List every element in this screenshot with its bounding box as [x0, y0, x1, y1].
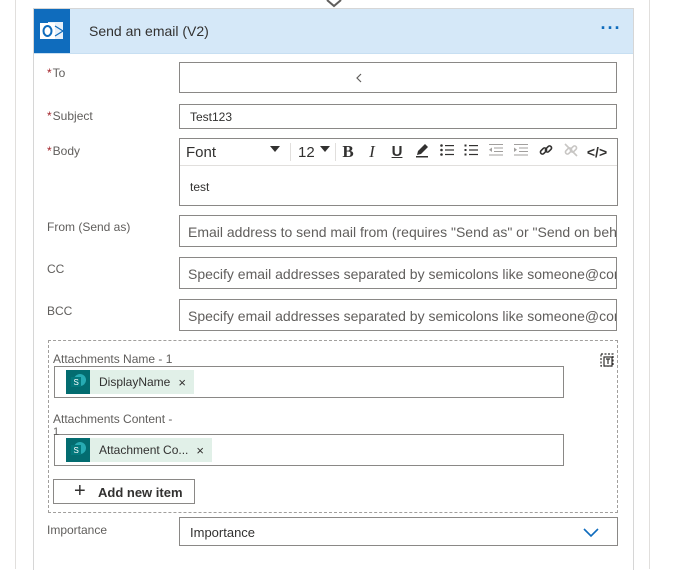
- subject-input[interactable]: Test123: [179, 104, 617, 129]
- bcc-placeholder: Specify email addresses separated by sem…: [188, 308, 617, 324]
- svg-text:S: S: [74, 378, 79, 387]
- font-size-select[interactable]: 12: [298, 144, 315, 161]
- bold-button[interactable]: B: [338, 142, 358, 162]
- token-label: DisplayName: [99, 375, 171, 389]
- remove-token-button[interactable]: ×: [192, 443, 212, 458]
- remove-token-button[interactable]: ×: [174, 375, 194, 390]
- attachments-content-label-line1: Attachments Content -: [53, 412, 173, 426]
- to-input[interactable]: [179, 62, 617, 93]
- attachments-name-input[interactable]: S DisplayName ×: [54, 366, 564, 398]
- subject-label-text: Subject: [52, 109, 93, 123]
- action-header[interactable]: Send an email (V2) ···: [34, 9, 633, 54]
- increase-indent-icon: [511, 142, 531, 162]
- font-size-caret-icon[interactable]: [320, 146, 330, 153]
- chevron-down-icon[interactable]: [583, 528, 599, 538]
- italic-button[interactable]: I: [362, 142, 382, 162]
- plus-icon: +: [74, 480, 86, 502]
- attachments-content-label-line2: 1: [53, 426, 60, 438]
- subject-value: Test123: [190, 110, 233, 124]
- dynamic-content-token[interactable]: S DisplayName ×: [66, 370, 194, 394]
- importance-value: Importance: [190, 525, 256, 540]
- attachments-content-label: Attachments Content -: [53, 412, 172, 426]
- required-mark: *: [47, 109, 52, 123]
- body-editor[interactable]: Font 12 B I U </> test: [179, 138, 618, 206]
- to-label-text: To: [52, 66, 66, 80]
- importance-label: Importance: [47, 523, 108, 537]
- toolbar-divider: [335, 143, 336, 161]
- dynamic-content-token[interactable]: S Attachment Co... ×: [66, 438, 212, 462]
- cc-label: CC: [47, 262, 65, 276]
- from-label: From (Send as): [47, 220, 131, 234]
- from-input[interactable]: Email address to send mail from (require…: [179, 215, 617, 247]
- insert-link-icon[interactable]: [536, 142, 556, 162]
- body-toolbar: Font 12 B I U </>: [180, 139, 617, 166]
- svg-text:S: S: [74, 446, 79, 455]
- required-mark: *: [47, 144, 52, 158]
- remove-link-icon: [561, 142, 581, 162]
- underline-button[interactable]: U: [387, 142, 407, 162]
- body-value: test: [190, 180, 210, 194]
- attachments-content-input[interactable]: S Attachment Co... ×: [54, 434, 564, 466]
- importance-select[interactable]: Importance: [179, 517, 618, 546]
- required-mark: *: [47, 66, 52, 80]
- attachments-name-label: Attachments Name - 1: [53, 352, 173, 366]
- code-view-button[interactable]: </>: [584, 142, 610, 162]
- bcc-label: BCC: [47, 304, 73, 318]
- bcc-input[interactable]: Specify email addresses separated by sem…: [179, 299, 617, 331]
- chevron-left-icon: [356, 73, 362, 83]
- add-new-item-label: Add new item: [98, 485, 183, 500]
- action-title: Send an email (V2): [89, 23, 209, 39]
- toolbar-divider: [290, 143, 291, 161]
- font-select[interactable]: Font: [186, 144, 216, 161]
- token-label: Attachment Co...: [99, 443, 189, 457]
- add-new-item-button[interactable]: + Add new item: [53, 479, 195, 504]
- cc-input[interactable]: Specify email addresses separated by sem…: [179, 257, 617, 289]
- numbered-list-icon[interactable]: [461, 142, 481, 162]
- cc-placeholder: Specify email addresses separated by sem…: [188, 266, 617, 282]
- from-placeholder: Email address to send mail from (require…: [188, 224, 617, 240]
- switch-input-mode-icon[interactable]: [598, 351, 616, 369]
- outlook-icon: [34, 9, 70, 53]
- canvas-right-border: [649, 0, 650, 569]
- body-label-text: Body: [52, 144, 81, 158]
- more-options-button[interactable]: ···: [599, 17, 623, 43]
- sharepoint-icon: S: [66, 370, 90, 394]
- subject-label: *Subject: [47, 109, 93, 123]
- body-label: *Body: [47, 144, 80, 158]
- sharepoint-icon: S: [66, 438, 90, 462]
- highlight-icon[interactable]: [412, 142, 432, 162]
- canvas-left-border: [15, 0, 16, 569]
- font-caret-icon[interactable]: [270, 146, 280, 153]
- to-label: *To: [47, 66, 65, 80]
- bulleted-list-icon[interactable]: [437, 142, 457, 162]
- decrease-indent-icon: [486, 142, 506, 162]
